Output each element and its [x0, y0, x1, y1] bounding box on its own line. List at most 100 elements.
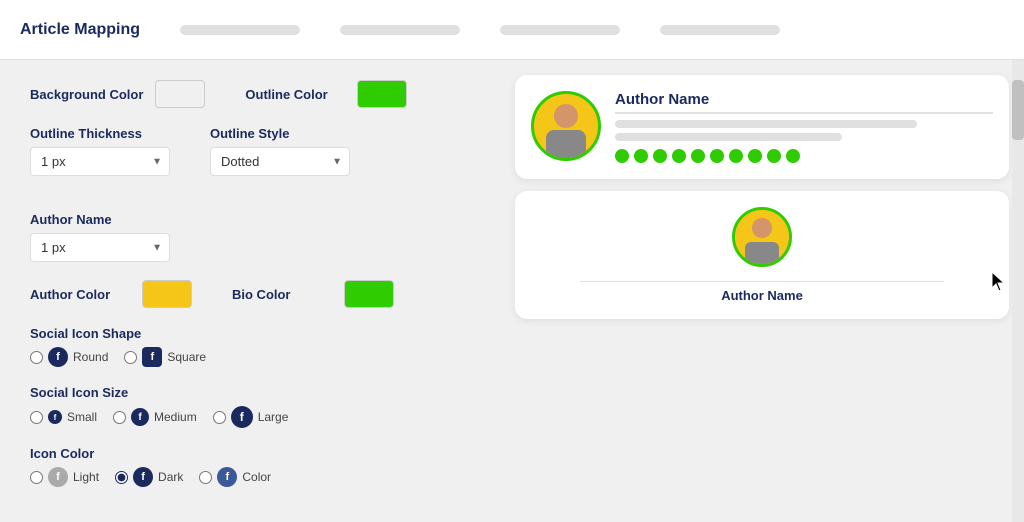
background-color-group: Background Color — [30, 80, 205, 108]
card-line-1 — [615, 120, 917, 128]
size-large-radio[interactable] — [213, 411, 226, 424]
person-body-2 — [745, 242, 779, 264]
icon-dark-option[interactable]: f Dark — [115, 467, 183, 487]
left-panel: Background Color Outline Color Outline T… — [0, 60, 500, 522]
right-panel: Author Name — [500, 60, 1024, 522]
nav-pill-4 — [660, 25, 780, 35]
card-divider — [580, 281, 943, 282]
top-bar: Article Mapping — [0, 0, 1024, 60]
outline-thickness-label: Outline Thickness — [30, 126, 170, 141]
dot-10 — [786, 149, 800, 163]
dark-icon: f — [133, 467, 153, 487]
social-icon-shape-block: Social Icon Shape f Round f Square — [30, 326, 470, 367]
outline-thickness-select-wrapper: 1 px 2 px 3 px ▼ — [30, 147, 170, 176]
dot-1 — [615, 149, 629, 163]
outline-thickness-select[interactable]: 1 px 2 px 3 px — [30, 147, 170, 176]
author-color-group: Author Color — [30, 280, 192, 308]
person-head-2 — [752, 218, 772, 238]
social-icon-size-block: Social Icon Size f Small f Medium f — [30, 385, 470, 428]
card-info-1: Author Name — [615, 91, 993, 163]
shape-round-option[interactable]: f Round — [30, 347, 108, 367]
nav-pill-1 — [180, 25, 300, 35]
shape-round-radio[interactable] — [30, 351, 43, 364]
scrollbar[interactable] — [1012, 60, 1024, 522]
small-icon: f — [48, 410, 62, 424]
background-color-swatch[interactable] — [155, 80, 205, 108]
icon-color-radio[interactable] — [199, 471, 212, 484]
background-color-label: Background Color — [30, 87, 143, 102]
size-small-label: Small — [67, 410, 97, 424]
size-medium-option[interactable]: f Medium — [113, 408, 197, 426]
nav-pill-3 — [500, 25, 620, 35]
outline-color-group: Outline Color — [245, 80, 407, 108]
nav-pill-2 — [340, 25, 460, 35]
author-name-label: Author Name — [30, 212, 470, 227]
bio-color-swatch[interactable] — [344, 280, 394, 308]
avatar-person-2 — [735, 210, 789, 264]
main-content: Background Color Outline Color Outline T… — [0, 60, 1024, 522]
bio-color-group: Bio Color — [232, 280, 394, 308]
shape-square-option[interactable]: f Square — [124, 347, 206, 367]
outline-thickness-block: Outline Thickness 1 px 2 px 3 px ▼ — [30, 126, 170, 176]
dot-2 — [634, 149, 648, 163]
outline-style-label: Outline Style — [210, 126, 350, 141]
dot-9 — [767, 149, 781, 163]
size-medium-radio[interactable] — [113, 411, 126, 424]
preview-card-horizontal: Author Name — [515, 75, 1009, 179]
size-small-option[interactable]: f Small — [30, 410, 97, 424]
large-icon: f — [231, 406, 253, 428]
avatar-2 — [732, 207, 792, 267]
author-name-block: Author Name 1 px 2 px ▼ — [30, 212, 470, 262]
card-line-2 — [615, 133, 842, 141]
social-icon-shape-label: Social Icon Shape — [30, 326, 470, 341]
outline-color-swatch[interactable] — [357, 80, 407, 108]
person-head-1 — [554, 104, 578, 128]
icon-color-label: Color — [242, 470, 271, 484]
avatar-1 — [531, 91, 601, 161]
size-medium-label: Medium — [154, 410, 197, 424]
size-large-option[interactable]: f Large — [213, 406, 289, 428]
shape-square-label: Square — [167, 350, 206, 364]
color-icon: f — [217, 467, 237, 487]
icon-color-label: Icon Color — [30, 446, 470, 461]
icon-light-option[interactable]: f Light — [30, 467, 99, 487]
icon-dark-radio[interactable] — [115, 471, 128, 484]
social-icon-size-label: Social Icon Size — [30, 385, 470, 400]
shape-round-label: Round — [73, 350, 108, 364]
preview-card-vertical: Author Name — [515, 191, 1009, 319]
dot-5 — [691, 149, 705, 163]
author-name-select-wrapper: 1 px 2 px ▼ — [30, 233, 170, 262]
dot-3 — [653, 149, 667, 163]
round-icon: f — [48, 347, 68, 367]
size-small-radio[interactable] — [30, 411, 43, 424]
app-container: Article Mapping Background Color Outline… — [0, 0, 1024, 522]
row-outline: Outline Thickness 1 px 2 px 3 px ▼ Outli… — [30, 126, 470, 194]
shape-radio-group: f Round f Square — [30, 347, 470, 367]
square-icon: f — [142, 347, 162, 367]
dot-7 — [729, 149, 743, 163]
outline-style-select[interactable]: Dotted Solid Dashed — [210, 147, 350, 176]
icon-color-option[interactable]: f Color — [199, 467, 271, 487]
author-color-swatch[interactable] — [142, 280, 192, 308]
icon-light-radio[interactable] — [30, 471, 43, 484]
icon-color-block: Icon Color f Light f Dark f — [30, 446, 470, 487]
outline-color-label: Outline Color — [245, 87, 345, 102]
card-name-2: Author Name — [721, 288, 803, 303]
outline-style-select-wrapper: Dotted Solid Dashed ▼ — [210, 147, 350, 176]
medium-icon: f — [131, 408, 149, 426]
dot-8 — [748, 149, 762, 163]
outline-style-block: Outline Style Dotted Solid Dashed ▼ — [210, 126, 350, 176]
bio-color-label: Bio Color — [232, 287, 332, 302]
shape-square-radio[interactable] — [124, 351, 137, 364]
light-icon: f — [48, 467, 68, 487]
author-name-select[interactable]: 1 px 2 px — [30, 233, 170, 262]
size-radio-group: f Small f Medium f Large — [30, 406, 470, 428]
icon-light-label: Light — [73, 470, 99, 484]
author-color-label: Author Color — [30, 287, 130, 302]
icon-dark-label: Dark — [158, 470, 183, 484]
social-dots-1 — [615, 149, 993, 163]
row-author-bio-color: Author Color Bio Color — [30, 280, 470, 308]
app-title: Article Mapping — [20, 21, 140, 39]
scrollbar-thumb[interactable] — [1012, 80, 1024, 140]
card-name-1: Author Name — [615, 91, 993, 114]
